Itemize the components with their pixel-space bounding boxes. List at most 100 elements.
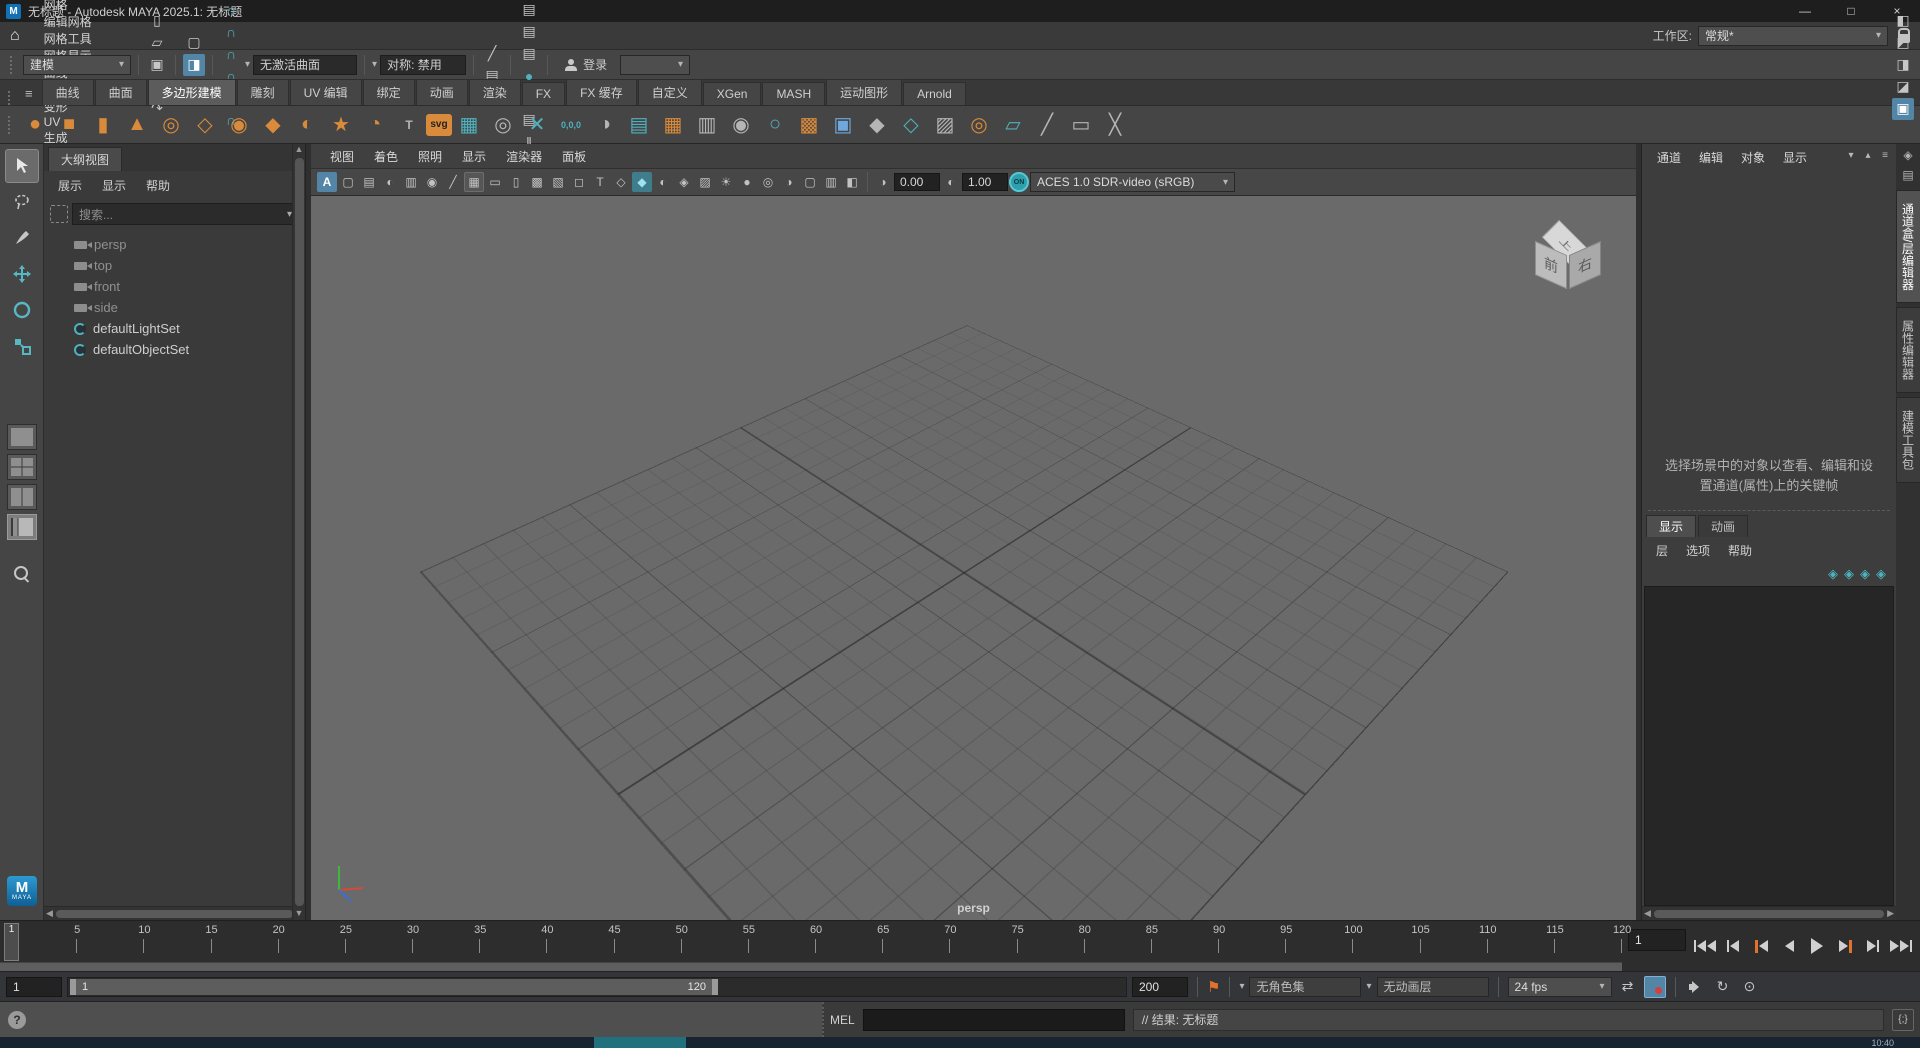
isolate-select-icon[interactable]: ▢	[800, 172, 820, 192]
grease-pencil-icon[interactable]: ╱	[443, 172, 463, 192]
range-slider-track[interactable]: 1 120	[67, 977, 1127, 997]
xray-icon[interactable]: ▥	[821, 172, 841, 192]
wireframe-icon[interactable]: ◇	[611, 172, 631, 192]
layout-outliner-persp-button[interactable]	[7, 514, 37, 540]
gamma-icon[interactable]: ◐	[941, 172, 961, 192]
poly-torus-icon[interactable]: ◎	[154, 108, 188, 142]
viewport-menu-item[interactable]: 面板	[553, 148, 595, 165]
view-transform-dropdown[interactable]: ACES 1.0 SDR-video (sRGB) ▾	[1030, 172, 1235, 192]
shelf-tab[interactable]: 曲面	[95, 79, 147, 105]
play-backwards-button[interactable]	[1776, 933, 1802, 959]
group-grip[interactable]	[10, 56, 16, 74]
viewport-menu-item[interactable]: 照明	[409, 148, 451, 165]
symmetry-display-icon[interactable]: ◧	[842, 172, 862, 192]
render-sequence-icon[interactable]: ▤	[518, 43, 540, 65]
fps-dropdown[interactable]: 24 fps ▾	[1508, 977, 1612, 997]
separate-icon[interactable]: ▥	[690, 108, 724, 142]
step-back-key-button[interactable]	[1748, 933, 1774, 959]
speed-state-icon[interactable]: ▾	[1844, 148, 1858, 162]
animation-start-field[interactable]: 1	[6, 977, 62, 997]
outliner-menu-item[interactable]: 显示	[94, 175, 134, 196]
paint-select-tool[interactable]	[5, 221, 39, 255]
list-item[interactable]: side	[74, 297, 291, 318]
ipr-render-icon[interactable]: ▤	[518, 21, 540, 43]
list-item[interactable]: defaultObjectSet	[74, 339, 291, 360]
step-back-frame-button[interactable]	[1720, 933, 1746, 959]
camera-settings-icon[interactable]: ▤	[359, 172, 379, 192]
viewport-menu-item[interactable]: 显示	[453, 148, 495, 165]
multi-cut-icon[interactable]: ▨	[928, 108, 962, 142]
viewport-3d-view[interactable]: 上 前 右 persp	[311, 196, 1636, 920]
list-item[interactable]: top	[74, 255, 291, 276]
rotate-tool[interactable]	[5, 293, 39, 327]
center-pivot-icon[interactable]: ◎	[486, 108, 520, 142]
poly-plane-icon[interactable]: ◇	[188, 108, 222, 142]
step-forward-frame-button[interactable]	[1860, 933, 1886, 959]
extrude-icon[interactable]: ▣	[826, 108, 860, 142]
motion-blur-icon[interactable]: ◑	[779, 172, 799, 192]
snap-to-grid-icon[interactable]: ∩	[220, 0, 242, 21]
notes-icon[interactable]: ▤	[1902, 168, 1913, 186]
range-end-handle[interactable]	[712, 979, 718, 995]
lock-workspace-icon[interactable]	[1898, 34, 1910, 43]
minimize-button[interactable]: —	[1782, 0, 1828, 22]
chevron-down-icon[interactable]: ▾	[1366, 981, 1371, 992]
playback-loop-icon[interactable]: ⇄	[1617, 976, 1639, 998]
sculpt-tool-icon[interactable]: ◐	[290, 108, 324, 142]
new-layer-from-selected-icon[interactable]: ◈	[1876, 566, 1886, 582]
sidebar-tab[interactable]: 属性编辑器	[1896, 307, 1920, 393]
layer-editor-tab[interactable]: 显示	[1646, 515, 1696, 537]
cached-playback-icon[interactable]: ↻	[1712, 976, 1734, 998]
hyperbolic-icon[interactable]: ▴	[1861, 148, 1875, 162]
svg-tool-icon[interactable]: svg	[426, 114, 452, 136]
super-shape-icon[interactable]: ★	[324, 108, 358, 142]
shelf-tab[interactable]: XGen	[703, 82, 762, 105]
shelf-tab[interactable]: 渲染	[469, 79, 521, 105]
open-scene-icon[interactable]: ▱	[146, 32, 168, 54]
channel-box-menu-item[interactable]: 对象	[1732, 151, 1774, 165]
channel-box-toggle-icon[interactable]: ◨	[1892, 54, 1914, 76]
snap-to-point-icon[interactable]: ∩	[220, 43, 242, 65]
menu-set-dropdown[interactable]: 建模 ▾	[23, 55, 131, 75]
shelf-grip[interactable]	[8, 91, 14, 105]
chevron-down-icon[interactable]: ▾	[245, 59, 250, 70]
shelf-tab[interactable]: Arnold	[903, 82, 966, 105]
viewport-menu-item[interactable]: 着色	[365, 148, 407, 165]
symmetry-field[interactable]: 对称: 禁用	[380, 55, 466, 75]
wireframe-on-shaded-icon[interactable]: ◈	[674, 172, 694, 192]
menu-item[interactable]: 网格工具	[34, 30, 102, 47]
workspace-panel-toggle-icon[interactable]: ▣	[1892, 98, 1914, 120]
safe-title-icon[interactable]: T	[590, 172, 610, 192]
move-to-origin-icon[interactable]: 0,0,0	[554, 108, 588, 142]
snap-to-curve-icon[interactable]: ∩	[220, 21, 242, 43]
shelf-tab[interactable]: 动画	[416, 79, 468, 105]
shelf-menu-icon[interactable]: ≡	[25, 86, 33, 101]
move-layer-down-icon[interactable]: ◈	[1844, 566, 1854, 582]
helix-icon[interactable]: ◔	[358, 108, 392, 142]
script-editor-icon[interactable]: {;}	[1892, 1009, 1914, 1031]
sidebar-tab[interactable]: 建模工具包	[1896, 397, 1920, 483]
shelf-tab[interactable]: FX	[522, 82, 565, 105]
chevron-down-icon[interactable]: ▾	[372, 59, 377, 70]
boolean-difference-icon[interactable]: ○	[758, 108, 792, 142]
layer-list[interactable]	[1644, 586, 1894, 906]
layout-single-pane-button[interactable]	[7, 424, 37, 450]
viewport-menu-item[interactable]: 视图	[321, 148, 363, 165]
bookmark-icon[interactable]: ⚑	[1207, 978, 1220, 996]
live-surface-field[interactable]: 无激活曲面	[253, 55, 357, 75]
shelf-tab[interactable]: 多边形建模	[148, 79, 236, 105]
fill-hole-icon[interactable]: ▩	[792, 108, 826, 142]
scroll-right-icon[interactable]: ▶	[1887, 908, 1894, 920]
list-item[interactable]: persp	[74, 234, 291, 255]
sign-in-dropdown[interactable]: ▾	[620, 55, 690, 75]
channel-box-menu-item[interactable]: 通道	[1648, 151, 1690, 165]
scale-tool[interactable]	[5, 329, 39, 363]
smooth-icon[interactable]: ▤	[622, 108, 656, 142]
lasso-select-tool[interactable]	[5, 185, 39, 219]
sweep-mesh-icon[interactable]: ▦	[452, 108, 486, 142]
taskbar-app-indicator[interactable]	[594, 1037, 686, 1048]
shelf-tab[interactable]: 雕刻	[237, 79, 289, 105]
animation-end-field[interactable]: 200	[1132, 977, 1188, 997]
outliner-search-input[interactable]: 搜索... ▾	[72, 203, 299, 225]
poly-cone-icon[interactable]: ▲	[120, 108, 154, 142]
